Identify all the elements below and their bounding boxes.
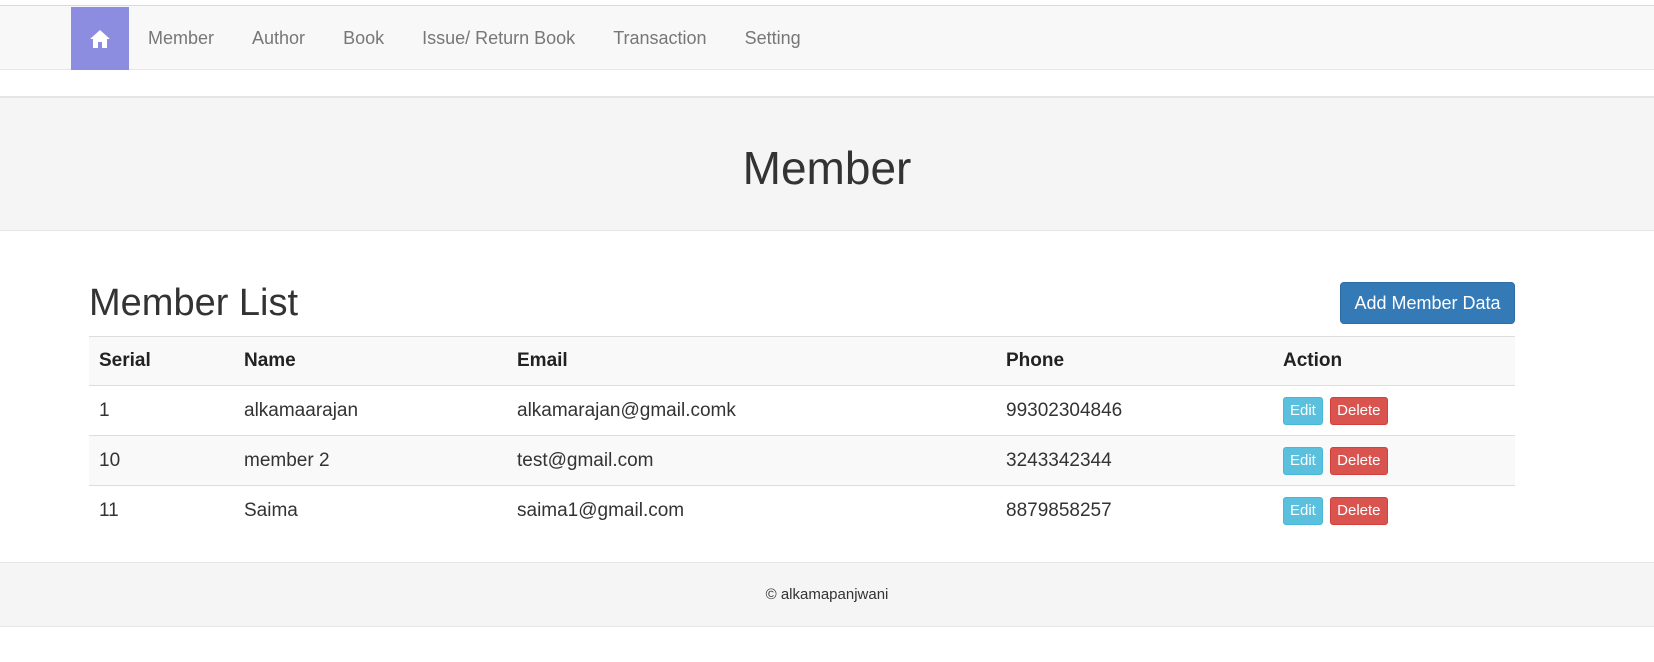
column-header-phone: Phone xyxy=(996,336,1273,386)
nav-menu: Member Author Book Issue/ Return Book Tr… xyxy=(129,6,820,70)
table-row: 11 Saima saima1@gmail.com 8879858257 Edi… xyxy=(89,485,1515,536)
nav-item-author[interactable]: Author xyxy=(233,6,324,70)
cell-name: Saima xyxy=(234,485,507,536)
cell-serial: 11 xyxy=(89,485,234,536)
table-row: 10 member 2 test@gmail.com 3243342344 Ed… xyxy=(89,435,1515,486)
member-table: Serial Name Email Phone Action 1 alkamaa… xyxy=(89,336,1515,536)
home-button[interactable] xyxy=(71,7,129,70)
cell-email: alkamarajan@gmail.comk xyxy=(507,385,996,436)
nav-item-book[interactable]: Book xyxy=(324,6,403,70)
cell-name: alkamaarajan xyxy=(234,385,507,436)
cell-serial: 10 xyxy=(89,435,234,486)
cell-phone: 3243342344 xyxy=(996,435,1273,486)
nav-item-setting[interactable]: Setting xyxy=(726,6,820,70)
delete-button[interactable]: Delete xyxy=(1330,396,1388,425)
delete-button[interactable]: Delete xyxy=(1330,446,1388,475)
cell-serial: 1 xyxy=(89,385,234,436)
table-header-row: Serial Name Email Phone Action xyxy=(89,336,1515,386)
member-list-title: Member List xyxy=(89,282,299,324)
page-header: Member xyxy=(0,96,1654,231)
cell-phone: 8879858257 xyxy=(996,485,1273,536)
column-header-action: Action xyxy=(1273,336,1515,386)
edit-button[interactable]: Edit xyxy=(1283,396,1323,425)
nav-item-transaction[interactable]: Transaction xyxy=(594,6,725,70)
column-header-serial: Serial xyxy=(89,336,234,386)
cell-phone: 99302304846 xyxy=(996,385,1273,436)
cell-email: test@gmail.com xyxy=(507,435,996,486)
cell-email: saima1@gmail.com xyxy=(507,485,996,536)
edit-button[interactable]: Edit xyxy=(1283,496,1323,525)
home-icon xyxy=(90,29,110,48)
delete-button[interactable]: Delete xyxy=(1330,496,1388,525)
footer-copyright: © alkamapanjwani xyxy=(765,586,889,603)
edit-button[interactable]: Edit xyxy=(1283,446,1323,475)
cell-actions: Edit Delete xyxy=(1273,385,1515,436)
table-row: 1 alkamaarajan alkamarajan@gmail.comk 99… xyxy=(89,385,1515,436)
navbar: Member Author Book Issue/ Return Book Tr… xyxy=(0,6,1654,70)
cell-actions: Edit Delete xyxy=(1273,435,1515,486)
column-header-email: Email xyxy=(507,336,996,386)
nav-item-member[interactable]: Member xyxy=(129,6,233,70)
add-member-button[interactable]: Add Member Data xyxy=(1340,282,1515,324)
column-header-name: Name xyxy=(234,336,507,386)
nav-item-issue-return-book[interactable]: Issue/ Return Book xyxy=(403,6,594,70)
page-title: Member xyxy=(742,142,912,194)
cell-name: member 2 xyxy=(234,435,507,486)
footer: © alkamapanjwani xyxy=(0,562,1654,627)
cell-actions: Edit Delete xyxy=(1273,485,1515,536)
